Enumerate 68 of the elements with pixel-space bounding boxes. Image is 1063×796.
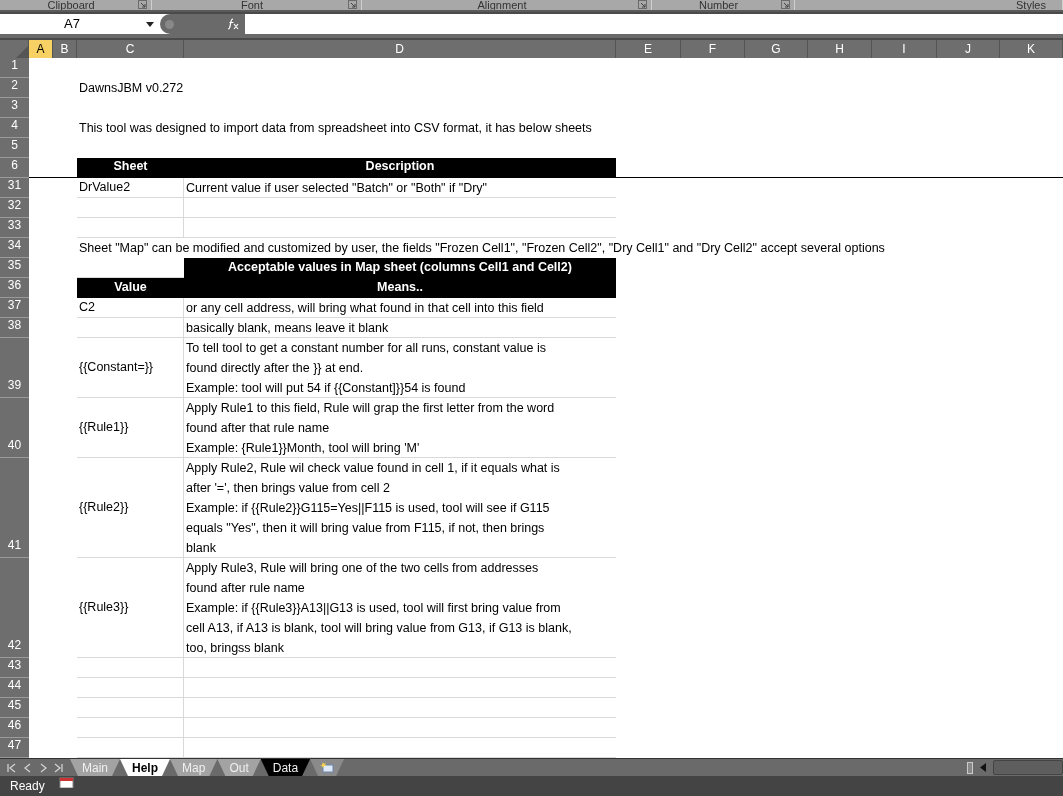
header-cell: Means..	[184, 278, 616, 298]
dialog-launcher-icon[interactable]	[138, 0, 147, 9]
column-header[interactable]: A	[29, 40, 53, 58]
insert-sheet-tab[interactable]	[310, 759, 345, 776]
cell-text: DawnsJBM v0.272	[78, 80, 184, 97]
table-cell-text: Apply Rule1 to this field, Rule will grap the first letter from the word found after that rule name Example: {Rule1}}Month, tool will bring 'M'	[186, 400, 556, 457]
dialog-launcher-icon[interactable]	[781, 0, 790, 9]
splitter-handle-icon[interactable]	[165, 19, 174, 29]
row-header[interactable]: 2	[0, 78, 29, 98]
table-cell-text: DrValue2	[79, 179, 131, 197]
last-sheet-icon[interactable]	[54, 762, 64, 773]
row-header[interactable]: 32	[0, 198, 29, 218]
row-header[interactable]: 45	[0, 698, 29, 718]
new-sheet-icon[interactable]	[320, 762, 335, 773]
first-sheet-icon[interactable]	[6, 762, 16, 773]
table-cell-text: or any cell address, will bring what found in that cell into this field	[186, 300, 545, 317]
row-header[interactable]: 4	[0, 118, 29, 138]
header-cell: Acceptable values in Map sheet (columns Cell1 and Cell2)	[184, 258, 616, 278]
cell-text: This tool was designed to import data from spreadsheet into CSV format, it has below sheets	[78, 120, 592, 137]
table-cell-text: C2	[79, 299, 95, 317]
row-header[interactable]: 3	[0, 98, 29, 118]
split-handle-icon[interactable]	[967, 761, 973, 774]
row-header[interactable]: 33	[0, 218, 29, 238]
row-header[interactable]: 37	[0, 298, 29, 318]
table-cell-text: Apply Rule2, Rule wil check value found in cell 1, if it equals what is after '=', then brings value from cell 2 Example: if {{Rule2}}G115=Yes||F115 is used, tool will see if G115 equals "Yes", then it will bring value from F115, if not, then brings blank	[186, 460, 561, 557]
header-cell: Value	[77, 278, 184, 298]
table-cell-text: basically blank, means leave it blank	[186, 320, 390, 337]
row-header[interactable]: 39	[0, 338, 29, 398]
next-sheet-icon[interactable]	[38, 762, 48, 773]
function-icon[interactable]	[227, 18, 240, 30]
row-header[interactable]: 38	[0, 318, 29, 338]
horizontal-scrollbar[interactable]	[993, 760, 1063, 775]
table-cell-text: {{Rule2}}	[79, 499, 129, 517]
row-header[interactable]: 35	[0, 258, 29, 278]
table-cell-text: Current value if user selected "Batch" or "Both" if "Dry"	[186, 180, 489, 197]
table-cell-text: {{Rule1}}	[79, 419, 129, 437]
row-header[interactable]: 44	[0, 678, 29, 698]
left-arrow-icon[interactable]	[980, 763, 986, 772]
row-header[interactable]: 31	[0, 178, 29, 198]
table-cell-text: {{Rule3}}	[79, 599, 129, 617]
sheet-tab[interactable]: Help	[120, 759, 171, 776]
row-header[interactable]: 41	[0, 458, 29, 558]
row-header[interactable]: 43	[0, 658, 29, 678]
status-text: Ready	[10, 778, 45, 793]
table-cell-text: To tell tool to get a constant number for all runs, constant value is found directly after the }} at end. Example: tool will put 54 if {{Constant]}}54 is found	[186, 340, 547, 397]
dropdown-caret-icon[interactable]	[146, 21, 154, 27]
dialog-launcher-icon[interactable]	[348, 0, 357, 9]
table-cell-text: {{Constant=}}	[79, 359, 154, 377]
header-cell: Sheet	[77, 158, 184, 177]
name-box[interactable]: A7	[0, 14, 160, 34]
dialog-launcher-icon[interactable]	[638, 0, 647, 9]
ribbon-group-label: Number	[697, 0, 740, 10]
row-header[interactable]: 40	[0, 398, 29, 458]
cell-text: Sheet "Map" can be modified and customized by user, the fields "Frozen Cell1", "Frozen Cell2", "Dry Cell1" and "Dry Cell2" accept several options	[78, 240, 885, 257]
row-header[interactable]: 42	[0, 558, 29, 658]
row-header[interactable]: 5	[0, 138, 29, 158]
row-header[interactable]: 47	[0, 738, 29, 758]
row-header[interactable]: 1	[0, 58, 29, 78]
header-cell: Description	[184, 158, 616, 177]
row-header[interactable]: 46	[0, 718, 29, 738]
sheet-tab[interactable]: Data	[260, 759, 311, 776]
row-header[interactable]: 36	[0, 278, 29, 298]
macro-record-icon[interactable]	[58, 776, 75, 788]
previous-sheet-icon[interactable]	[22, 762, 32, 773]
row-header[interactable]: 34	[0, 238, 29, 258]
table-cell-text: Apply Rule3, Rule will bring one of the two cells from addresses found after rule name Example: if {{Rule3}}A13||G13 is used, tool will first bring value from cell A13, if A13 is blank, tool will bring value from G13, if G13 is blank, too, bringss blank	[186, 560, 573, 657]
row-header[interactable]: 6	[0, 158, 29, 178]
ribbon-group-label: Font	[240, 0, 264, 10]
